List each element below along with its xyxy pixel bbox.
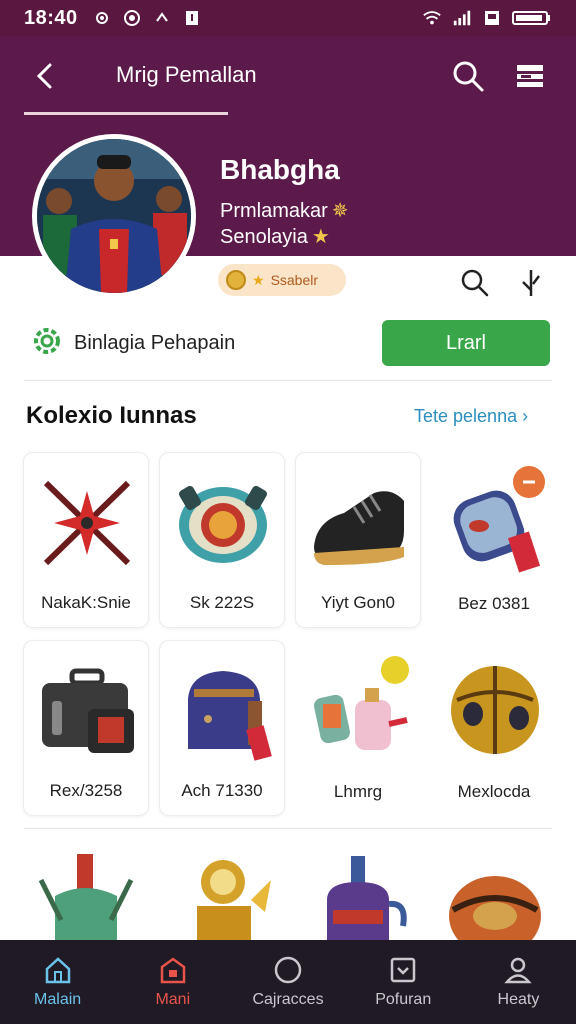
- nav-label: Malain: [34, 991, 82, 1008]
- crossed-swords-icon: [43, 480, 131, 566]
- item-card[interactable]: Yiyt Gon0: [295, 452, 421, 628]
- star-icon: ★: [252, 271, 265, 288]
- badge-label: Ssabelr: [270, 272, 319, 288]
- item-label: Mexlocda: [457, 782, 531, 801]
- gear-shield-icon: [179, 485, 267, 563]
- settings-gear-icon: [32, 326, 62, 356]
- star-icon: ★: [311, 226, 330, 248]
- item-card[interactable]: Rex/3258: [23, 640, 149, 816]
- boot-icon: [314, 491, 404, 565]
- chevron-right-icon: ›: [522, 406, 529, 426]
- phone-screen: 18:40 Mrig Pemallan Bhabgha Prmlamakar ✵…: [0, 0, 576, 1024]
- profile-subtitle-2-text: Senolayia: [220, 226, 308, 248]
- profile-subtitle-2: Senolayia ★: [220, 224, 330, 249]
- profile-icon: [504, 957, 533, 984]
- page-title: Mrig Pemallan: [116, 62, 257, 87]
- wifi-icon: [422, 9, 442, 27]
- suitcase-icon: [42, 668, 134, 753]
- item-label: Rex/3258: [49, 781, 123, 800]
- back-button[interactable]: [28, 58, 60, 94]
- profile-search-button[interactable]: [458, 266, 492, 300]
- item-card[interactable]: [431, 832, 557, 956]
- item-label: Lhmrg: [333, 782, 383, 801]
- item-label: Sk 222S: [189, 593, 255, 612]
- nav-label: Mani: [155, 991, 191, 1008]
- item-card[interactable]: Bez 0381: [431, 452, 557, 628]
- profile-subtitle-1: Prmlamakar ✵: [220, 198, 349, 223]
- nav-item-inbox[interactable]: Pofuran: [346, 940, 461, 1024]
- item-card[interactable]: Lhmrg: [295, 640, 421, 816]
- list-menu-icon: [517, 65, 543, 87]
- nav-label: Heaty: [497, 991, 540, 1008]
- nav-label: Pofuran: [375, 991, 432, 1008]
- coin-icon: [226, 270, 246, 290]
- item-label: NakaK:Snie: [41, 593, 131, 612]
- sort-icon: [522, 270, 540, 296]
- battery-icon: [512, 9, 552, 27]
- sim-icon: [482, 9, 502, 27]
- status-bar: 18:40: [0, 0, 576, 36]
- see-more-link[interactable]: Tete pelenna ›: [414, 406, 528, 427]
- item-card[interactable]: Mexlocda: [431, 640, 557, 816]
- item-card[interactable]: Ach 71330: [159, 640, 285, 816]
- nav-label: Cajracces: [252, 991, 324, 1008]
- golden-ball-icon: [451, 666, 539, 754]
- section-title: Kolexio Iunnas: [26, 402, 197, 429]
- avatar[interactable]: [32, 134, 196, 298]
- nav-item-home[interactable]: Malain: [0, 940, 115, 1024]
- item-label: Ach 71330: [181, 781, 263, 800]
- divider: [24, 828, 552, 829]
- item-card[interactable]: [159, 832, 285, 952]
- nav-item-circle[interactable]: Cajracces: [230, 940, 345, 1024]
- item-label: Yiyt Gon0: [320, 593, 396, 612]
- profile-name: Bhabgha: [220, 154, 340, 185]
- signal-icon: [452, 9, 472, 27]
- action-label: Binlagia Pehapain: [74, 332, 236, 354]
- nav-item-profile[interactable]: Heaty: [461, 940, 576, 1024]
- star-icon: ✵: [331, 200, 349, 222]
- primary-action-button[interactable]: Lrarl: [382, 320, 550, 366]
- gear-icon: [92, 9, 112, 27]
- profile-subtitle-1-text: Prmlamakar: [220, 200, 328, 222]
- app-bar: Mrig Pemallan: [0, 36, 576, 116]
- status-left-icons: [92, 9, 202, 27]
- search-button[interactable]: [450, 58, 486, 94]
- circle-icon: [274, 956, 302, 984]
- item-card[interactable]: [23, 832, 149, 952]
- bottom-nav: Malain Mani Cajracces Pofuran Heaty: [0, 940, 576, 1024]
- item-card[interactable]: NakaK:Snie: [23, 452, 149, 628]
- item-card[interactable]: Sk 222S: [159, 452, 285, 628]
- arrow-icon: [152, 9, 172, 27]
- menu-button[interactable]: [512, 58, 548, 94]
- shop-icon: [160, 957, 186, 984]
- chevron-left-icon: [36, 63, 52, 89]
- divider: [24, 380, 552, 381]
- see-more-text: Tete pelenna: [414, 406, 518, 426]
- action-row: Binlagia Pehapain Lrarl: [0, 312, 576, 376]
- target-icon: [122, 9, 142, 27]
- notification-icon: [182, 9, 202, 27]
- home-icon: [45, 957, 70, 984]
- title-underline: [24, 112, 228, 115]
- item-card[interactable]: [295, 832, 421, 952]
- status-time: 18:40: [24, 6, 78, 29]
- inbox-icon: [390, 957, 416, 983]
- search-icon: [453, 61, 484, 92]
- search-icon: [461, 269, 489, 297]
- backpack-icon: [188, 671, 272, 761]
- item-label: Bez 0381: [458, 594, 530, 613]
- nav-item-shop[interactable]: Mani: [115, 940, 230, 1024]
- status-badge[interactable]: ★ Ssabelr: [218, 264, 346, 296]
- potion-icon: [314, 656, 409, 750]
- player-photo-icon: [37, 139, 191, 293]
- status-right-icons: [422, 9, 552, 27]
- bag-tag-icon: [453, 466, 545, 573]
- sort-button[interactable]: [514, 266, 548, 300]
